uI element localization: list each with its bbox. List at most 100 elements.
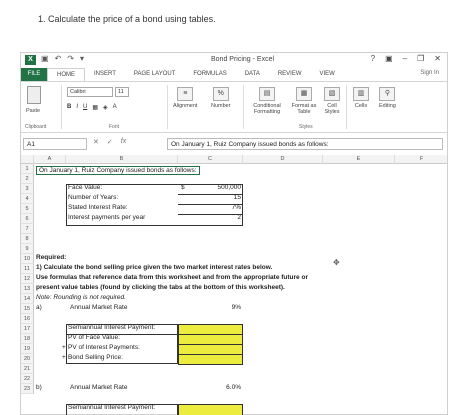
row-header[interactable]: 23	[21, 384, 34, 394]
selling-price-label: Bond Selling Price:	[68, 354, 123, 361]
redo-icon[interactable]: ↷	[67, 54, 74, 63]
row-header[interactable]: 18	[21, 334, 34, 344]
row-header[interactable]: 16	[21, 314, 34, 324]
help-icon[interactable]: ?	[371, 54, 375, 63]
tab-data[interactable]: DATA	[236, 68, 269, 81]
restore-icon[interactable]: ❐	[417, 54, 424, 63]
tab-insert[interactable]: INSERT	[85, 68, 125, 81]
part-b-label: b)	[36, 384, 42, 391]
row-header[interactable]: 2	[21, 174, 34, 184]
font-name-select[interactable]: Calibri	[67, 87, 113, 97]
question-text: 1. Calculate the price of a bond using t…	[38, 14, 216, 24]
underline-button[interactable]: U	[83, 104, 87, 111]
instruction-line-10: 1) Calculate the bond selling price give…	[36, 264, 273, 271]
ribbon-display-icon[interactable]: ▣	[385, 54, 393, 63]
minimize-icon[interactable]: –	[403, 54, 407, 63]
select-all-corner[interactable]	[21, 155, 34, 164]
row-header[interactable]: 8	[21, 234, 34, 244]
row-header[interactable]: 12	[21, 274, 34, 284]
row-header[interactable]: 10	[21, 254, 34, 264]
format-as-table-button[interactable]: ▦ Format as Table	[289, 87, 319, 115]
row-header[interactable]: 1	[21, 164, 34, 174]
rate-value[interactable]: 7%	[193, 204, 241, 211]
cell-styles-button[interactable]: ▧ Cell Styles	[321, 87, 343, 115]
plus-sign-2: +	[62, 354, 66, 361]
face-value[interactable]: 500,000	[193, 184, 242, 191]
worksheet-grid[interactable]: A B C D E F 1 2 3 4 5 6 7 8 9 10 11 12 13 14 15 16 17 18 1…	[21, 155, 447, 415]
plus-sign-1: +	[62, 344, 66, 351]
table-icon: ▦	[296, 87, 312, 101]
paste-label[interactable]: Paste	[26, 108, 40, 114]
row-header[interactable]: 4	[21, 194, 34, 204]
ribbon: Paste Clipboard Calibri 11 B I U ▦ ◈ A F…	[21, 81, 447, 133]
column-header-d[interactable]: D	[243, 155, 323, 164]
percent-icon: %	[212, 87, 229, 101]
part-a-market-rate[interactable]: 9%	[193, 304, 241, 311]
column-header-a[interactable]: A	[34, 155, 66, 164]
quick-access-toolbar: ▣ ↶ ↷ ▾	[41, 54, 84, 63]
italic-button[interactable]: I	[76, 104, 78, 111]
excel-logo-icon: X	[25, 55, 36, 65]
row-header[interactable]: 9	[21, 244, 34, 254]
tab-formulas[interactable]: FORMULAS	[184, 68, 235, 81]
customize-icon[interactable]: ▾	[80, 54, 84, 63]
borders-icon[interactable]: ▦	[92, 104, 98, 111]
tab-view[interactable]: VIEW	[311, 68, 344, 81]
column-header-f[interactable]: F	[395, 155, 447, 164]
cells-button[interactable]: ▥ Cells	[353, 87, 369, 109]
row-header[interactable]: 19	[21, 344, 34, 354]
row-header[interactable]: 21	[21, 364, 34, 374]
formula-icons: ✕ ✓ fx	[93, 138, 126, 146]
bold-button[interactable]: B	[67, 104, 71, 111]
row-header[interactable]: 5	[21, 204, 34, 214]
row-header[interactable]: 17	[21, 324, 34, 334]
document-title: Bond Pricing - Excel	[211, 56, 275, 63]
payments-label: Interest payments per year	[68, 214, 146, 221]
close-icon[interactable]: ✕	[434, 54, 441, 63]
row-header[interactable]: 3	[21, 184, 34, 194]
tab-review[interactable]: REVIEW	[269, 68, 311, 81]
formula-input[interactable]: On January 1, Ruiz Company issued bonds …	[167, 138, 443, 150]
years-value[interactable]: 15	[193, 194, 241, 201]
row-header[interactable]: 11	[21, 264, 34, 274]
sign-in-link[interactable]: Sign In	[420, 70, 439, 76]
function-icon[interactable]: fx	[121, 138, 126, 146]
excel-window: X ▣ ↶ ↷ ▾ Bond Pricing - Excel ? ▣ – ❐ ✕…	[20, 52, 448, 415]
styles-group-label: Styles	[299, 124, 313, 130]
payments-value[interactable]: 2	[193, 214, 241, 221]
save-icon[interactable]: ▣	[41, 54, 49, 63]
row-header[interactable]: 15	[21, 304, 34, 314]
number-button[interactable]: % Number	[211, 87, 231, 109]
column-header-e[interactable]: E	[323, 155, 395, 164]
tab-page-layout[interactable]: PAGE LAYOUT	[125, 68, 184, 81]
tab-file[interactable]: FILE	[21, 68, 47, 81]
row-header[interactable]: 13	[21, 284, 34, 294]
semiannual-payment-input-b[interactable]	[178, 404, 243, 415]
fill-color-icon[interactable]: ◈	[103, 104, 108, 111]
tab-home[interactable]: HOME	[47, 68, 85, 81]
font-size-select[interactable]: 11	[115, 87, 129, 97]
row-header[interactable]: 22	[21, 374, 34, 384]
row-header[interactable]: 6	[21, 214, 34, 224]
cancel-icon[interactable]: ✕	[93, 138, 99, 146]
column-header-c[interactable]: C	[178, 155, 243, 164]
font-color-icon[interactable]: A	[113, 104, 117, 111]
part-a-market-label: Annual Market Rate	[70, 304, 128, 311]
undo-icon[interactable]: ↶	[55, 54, 62, 63]
editing-button[interactable]: ⚲ Editing	[379, 87, 396, 109]
column-header-b[interactable]: B	[66, 155, 178, 164]
cell-a1[interactable]: On January 1, Ruiz Company issued bonds …	[36, 166, 200, 175]
row-header[interactable]: 20	[21, 354, 34, 364]
row-header[interactable]: 14	[21, 294, 34, 304]
pv-face-label: PV of Face Value:	[68, 334, 120, 341]
rounding-note: Note: Rounding is not required.	[36, 294, 126, 301]
paste-icon[interactable]	[27, 86, 41, 104]
formula-bar: A1 ✕ ✓ fx On January 1, Ruiz Company iss…	[21, 137, 447, 151]
name-box[interactable]: A1	[23, 138, 87, 150]
enter-icon[interactable]: ✓	[107, 138, 113, 146]
alignment-button[interactable]: ≡ Alignment	[173, 87, 197, 109]
selling-price-input[interactable]	[178, 354, 243, 365]
conditional-formatting-button[interactable]: ▤ Conditional Formatting	[247, 87, 287, 115]
part-b-market-rate[interactable]: 6.0%	[193, 384, 241, 391]
row-header[interactable]: 7	[21, 224, 34, 234]
